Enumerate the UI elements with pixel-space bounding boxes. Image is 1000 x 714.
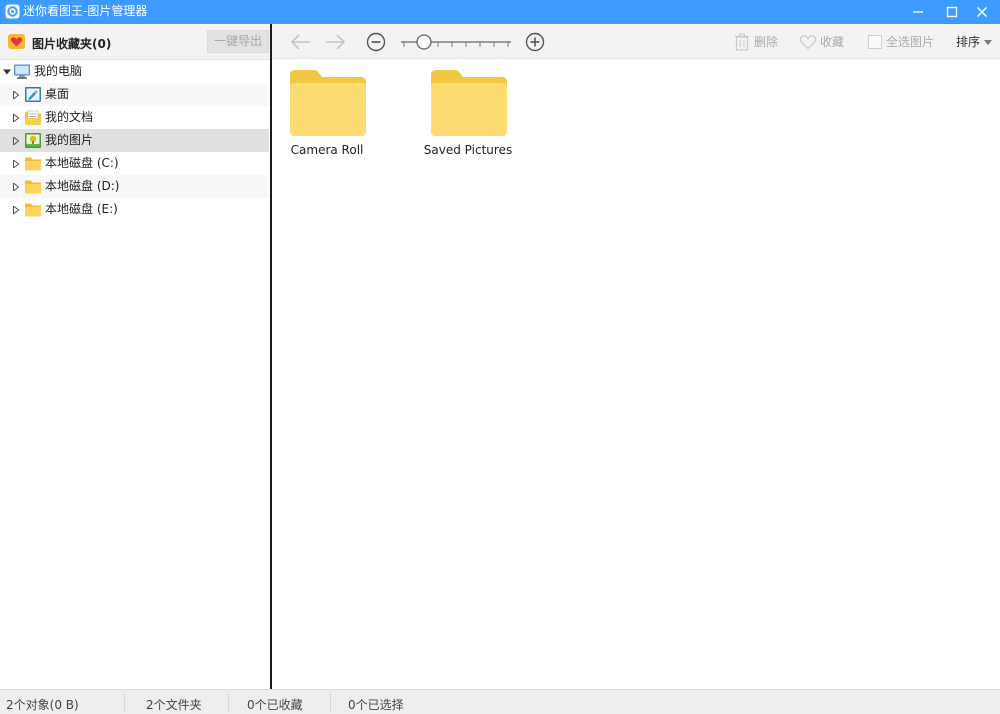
collapsed-arrow-icon[interactable] xyxy=(12,160,20,168)
checkbox-icon xyxy=(868,35,882,49)
sort-dropdown[interactable]: 排序 xyxy=(956,33,996,51)
status-divider xyxy=(330,693,331,712)
folder-name: Camera Roll xyxy=(290,143,364,157)
forward-arrow-icon[interactable] xyxy=(324,33,346,51)
pictures-icon xyxy=(25,133,41,148)
sort-label: 排序 xyxy=(956,35,981,49)
collapsed-arrow-icon[interactable] xyxy=(12,91,20,99)
desktop-icon xyxy=(25,87,41,102)
folder-icon xyxy=(25,203,41,217)
status-favorited: 0个已收藏 xyxy=(247,698,303,712)
documents-icon xyxy=(25,110,41,125)
folder-grid: Camera Roll Saved Pictures xyxy=(272,59,1000,689)
tree-item-label: 本地磁盘 (E:) xyxy=(45,202,118,216)
chevron-down-icon xyxy=(984,40,992,45)
maximize-button[interactable] xyxy=(936,0,968,24)
status-bar: 2个对象(0 B) 2个文件夹 0个已收藏 0个已选择 xyxy=(0,689,1000,714)
delete-button[interactable]: 删除 xyxy=(734,33,792,51)
close-icon xyxy=(977,7,987,17)
heart-outline-icon xyxy=(799,35,817,50)
zoom-out-icon[interactable] xyxy=(366,32,386,52)
back-arrow-icon[interactable] xyxy=(290,33,312,51)
tree-item-desktop[interactable]: 桌面 xyxy=(0,83,269,106)
close-button[interactable] xyxy=(966,0,998,24)
trash-icon xyxy=(735,33,749,51)
heart-icon xyxy=(8,34,25,49)
folder-icon xyxy=(431,70,507,136)
tree-item-label: 我的图片 xyxy=(45,133,94,147)
folder-name: Saved Pictures xyxy=(423,143,513,157)
status-divider xyxy=(228,693,229,712)
tree-item-my-documents[interactable]: 我的文档 xyxy=(0,106,269,129)
folder-icon xyxy=(25,157,41,171)
tree-item-label: 我的电脑 xyxy=(34,64,83,78)
status-selected: 0个已选择 xyxy=(348,698,404,712)
tree-item-label: 桌面 xyxy=(45,87,70,101)
window-title: 迷你看图王-图片管理器 xyxy=(23,4,148,18)
tree-item-label: 本地磁盘 (C:) xyxy=(45,156,119,170)
status-objects: 2个对象(0 B) xyxy=(6,698,79,712)
select-all-label: 全选图片 xyxy=(886,35,935,49)
tree-item-label: 本地磁盘 (D:) xyxy=(45,179,120,193)
folder-item-saved-pictures[interactable]: Saved Pictures xyxy=(413,59,523,159)
collapsed-arrow-icon[interactable] xyxy=(12,114,20,122)
computer-icon xyxy=(14,64,30,79)
left-panel: 图片收藏夹(0) 一键导出 我的电脑 桌面 我的文档 我的图片 本地磁盘 (C:… xyxy=(0,24,271,689)
tree-item-local-disk-d[interactable]: 本地磁盘 (D:) xyxy=(0,175,269,198)
minimize-icon xyxy=(913,11,923,13)
collapsed-arrow-icon[interactable] xyxy=(12,183,20,191)
status-folders: 2个文件夹 xyxy=(146,698,202,712)
minimize-button[interactable] xyxy=(902,0,934,24)
collapsed-arrow-icon[interactable] xyxy=(12,206,20,214)
title-bar: 迷你看图王-图片管理器 xyxy=(0,0,1000,24)
tree-item-local-disk-e[interactable]: 本地磁盘 (E:) xyxy=(0,198,269,221)
delete-label: 删除 xyxy=(754,35,779,49)
maximize-icon xyxy=(946,6,958,18)
favorites-title: 图片收藏夹(0) xyxy=(32,37,112,51)
folder-icon xyxy=(290,70,366,136)
folder-item-camera-roll[interactable]: Camera Roll xyxy=(272,59,382,159)
favorite-label: 收藏 xyxy=(820,35,845,49)
app-logo-icon xyxy=(5,4,20,19)
zoom-slider[interactable] xyxy=(400,32,512,52)
zoom-in-icon[interactable] xyxy=(525,32,545,52)
collapsed-arrow-icon[interactable] xyxy=(12,137,20,145)
one-click-export-button[interactable]: 一键导出 xyxy=(207,30,269,53)
folder-icon xyxy=(25,180,41,194)
status-divider xyxy=(124,693,125,712)
expanded-arrow-icon[interactable] xyxy=(3,68,11,76)
tree-item-my-pictures[interactable]: 我的图片 xyxy=(0,129,269,152)
toolbar: 删除 收藏 全选图片 排序 xyxy=(272,24,1000,59)
tree-item-my-computer[interactable]: 我的电脑 xyxy=(0,60,269,83)
tree-item-local-disk-c[interactable]: 本地磁盘 (C:) xyxy=(0,152,269,175)
favorite-button[interactable]: 收藏 xyxy=(799,33,859,51)
tree-item-label: 我的文档 xyxy=(45,110,94,124)
favorites-header[interactable]: 图片收藏夹(0) 一键导出 xyxy=(0,24,271,60)
select-all-checkbox[interactable]: 全选图片 xyxy=(868,33,940,51)
folder-tree: 我的电脑 桌面 我的文档 我的图片 本地磁盘 (C:) 本地磁盘 (D:) 本地… xyxy=(0,60,269,221)
zoom-slider-thumb[interactable] xyxy=(416,34,432,50)
